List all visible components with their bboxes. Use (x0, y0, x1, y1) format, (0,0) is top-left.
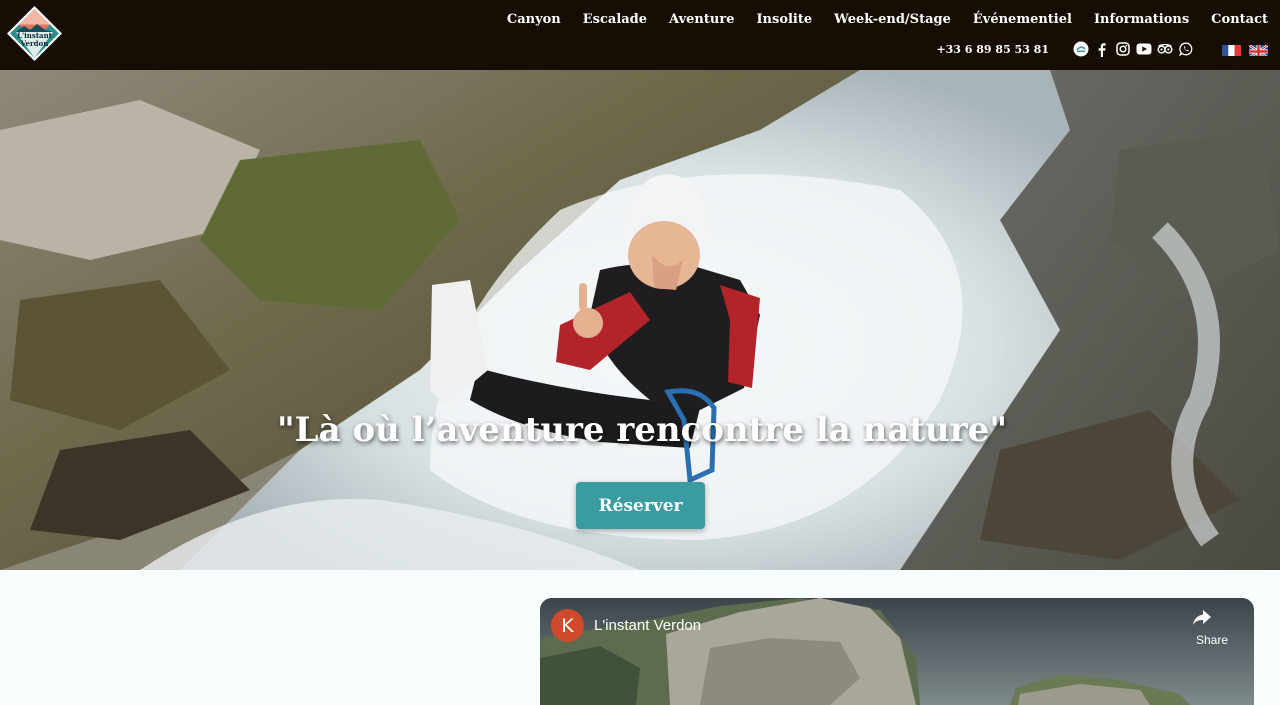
nav-item-informations[interactable]: Informations (1094, 12, 1189, 27)
nav-item-contact[interactable]: Contact (1211, 12, 1268, 27)
facebook-icon[interactable] (1094, 41, 1110, 57)
tripadvisor-icon[interactable] (1157, 41, 1173, 57)
whatsapp-icon[interactable] (1178, 41, 1194, 57)
social-links (1073, 41, 1194, 57)
hero-quote: "Là où l’aventure rencontre la nature" (276, 410, 1008, 450)
nav-item-insolite[interactable]: Insolite (756, 12, 812, 27)
phone-number[interactable]: +33 6 89 85 53 81 (936, 43, 1049, 56)
share-icon (1192, 609, 1232, 631)
language-switcher (1222, 43, 1268, 56)
youtube-icon[interactable] (1136, 41, 1152, 57)
video-title[interactable]: L'instant Verdon (594, 617, 701, 634)
video-thumbnail (540, 598, 1254, 705)
nav-item-evenementiel[interactable]: Événementiel (973, 12, 1072, 27)
badge-icon[interactable] (1073, 41, 1089, 57)
logo-text-line2: Verdon (20, 39, 49, 48)
video-embed[interactable]: K L'instant Verdon Share (540, 598, 1254, 705)
share-button[interactable]: Share (1192, 609, 1232, 649)
channel-avatar[interactable]: K (551, 609, 584, 642)
nav-item-weekend-stage[interactable]: Week-end/Stage (834, 12, 951, 27)
french-flag-icon[interactable] (1222, 43, 1241, 56)
hero-section: "Là où l’aventure rencontre la nature" R… (0, 70, 1280, 570)
nav-item-escalade[interactable]: Escalade (583, 12, 647, 27)
site-logo[interactable]: L'instant Verdon (6, 5, 63, 62)
main-nav: Canyon Escalade Aventure Insolite Week-e… (485, 12, 1268, 27)
uk-flag-icon[interactable] (1249, 43, 1268, 56)
nav-item-aventure[interactable]: Aventure (669, 12, 734, 27)
share-label: Share (1195, 633, 1229, 647)
header-subbar: +33 6 89 85 53 81 (936, 40, 1268, 58)
site-header: L'instant Verdon Canyon Escalade Aventur… (0, 0, 1280, 70)
reserve-button[interactable]: Réserver (576, 482, 705, 529)
nav-item-canyon[interactable]: Canyon (507, 12, 561, 27)
instagram-icon[interactable] (1115, 41, 1131, 57)
